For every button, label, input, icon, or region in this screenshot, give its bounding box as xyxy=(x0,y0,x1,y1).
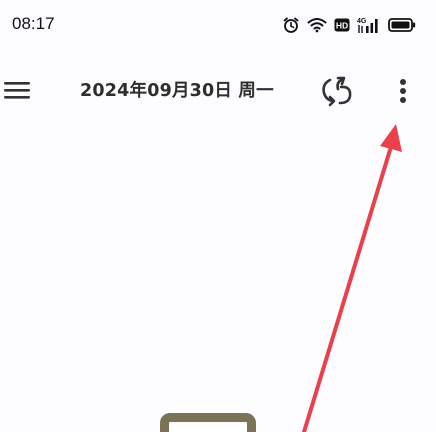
network-type-label: 4G xyxy=(357,18,367,25)
bottom-calendar-button[interactable] xyxy=(160,413,256,432)
more-vert-icon xyxy=(400,79,406,103)
hd-icon: HD xyxy=(334,17,350,33)
status-time: 08:17 xyxy=(12,14,55,33)
app-bar: 2024年09月30日 周一 xyxy=(0,62,436,116)
signal-4g-icon: 4G xyxy=(357,16,381,34)
battery-icon xyxy=(388,18,416,32)
date-title[interactable]: 2024年09月30日 周一 xyxy=(80,77,274,102)
hamburger-menu-icon xyxy=(4,82,30,99)
sync-icon xyxy=(322,76,352,107)
more-options-button[interactable] xyxy=(386,70,420,112)
status-icons: HD 4G xyxy=(282,14,416,36)
alarm-icon xyxy=(282,16,300,34)
sync-button[interactable] xyxy=(316,72,358,110)
status-bar: 08:17 HD 4G xyxy=(0,0,436,50)
menu-button[interactable] xyxy=(0,70,40,110)
hd-icon-label: HD xyxy=(336,21,348,31)
wifi-icon xyxy=(307,17,327,33)
app-screen: 08:17 HD 4G 2024年09月30日 周一 xyxy=(0,0,436,432)
